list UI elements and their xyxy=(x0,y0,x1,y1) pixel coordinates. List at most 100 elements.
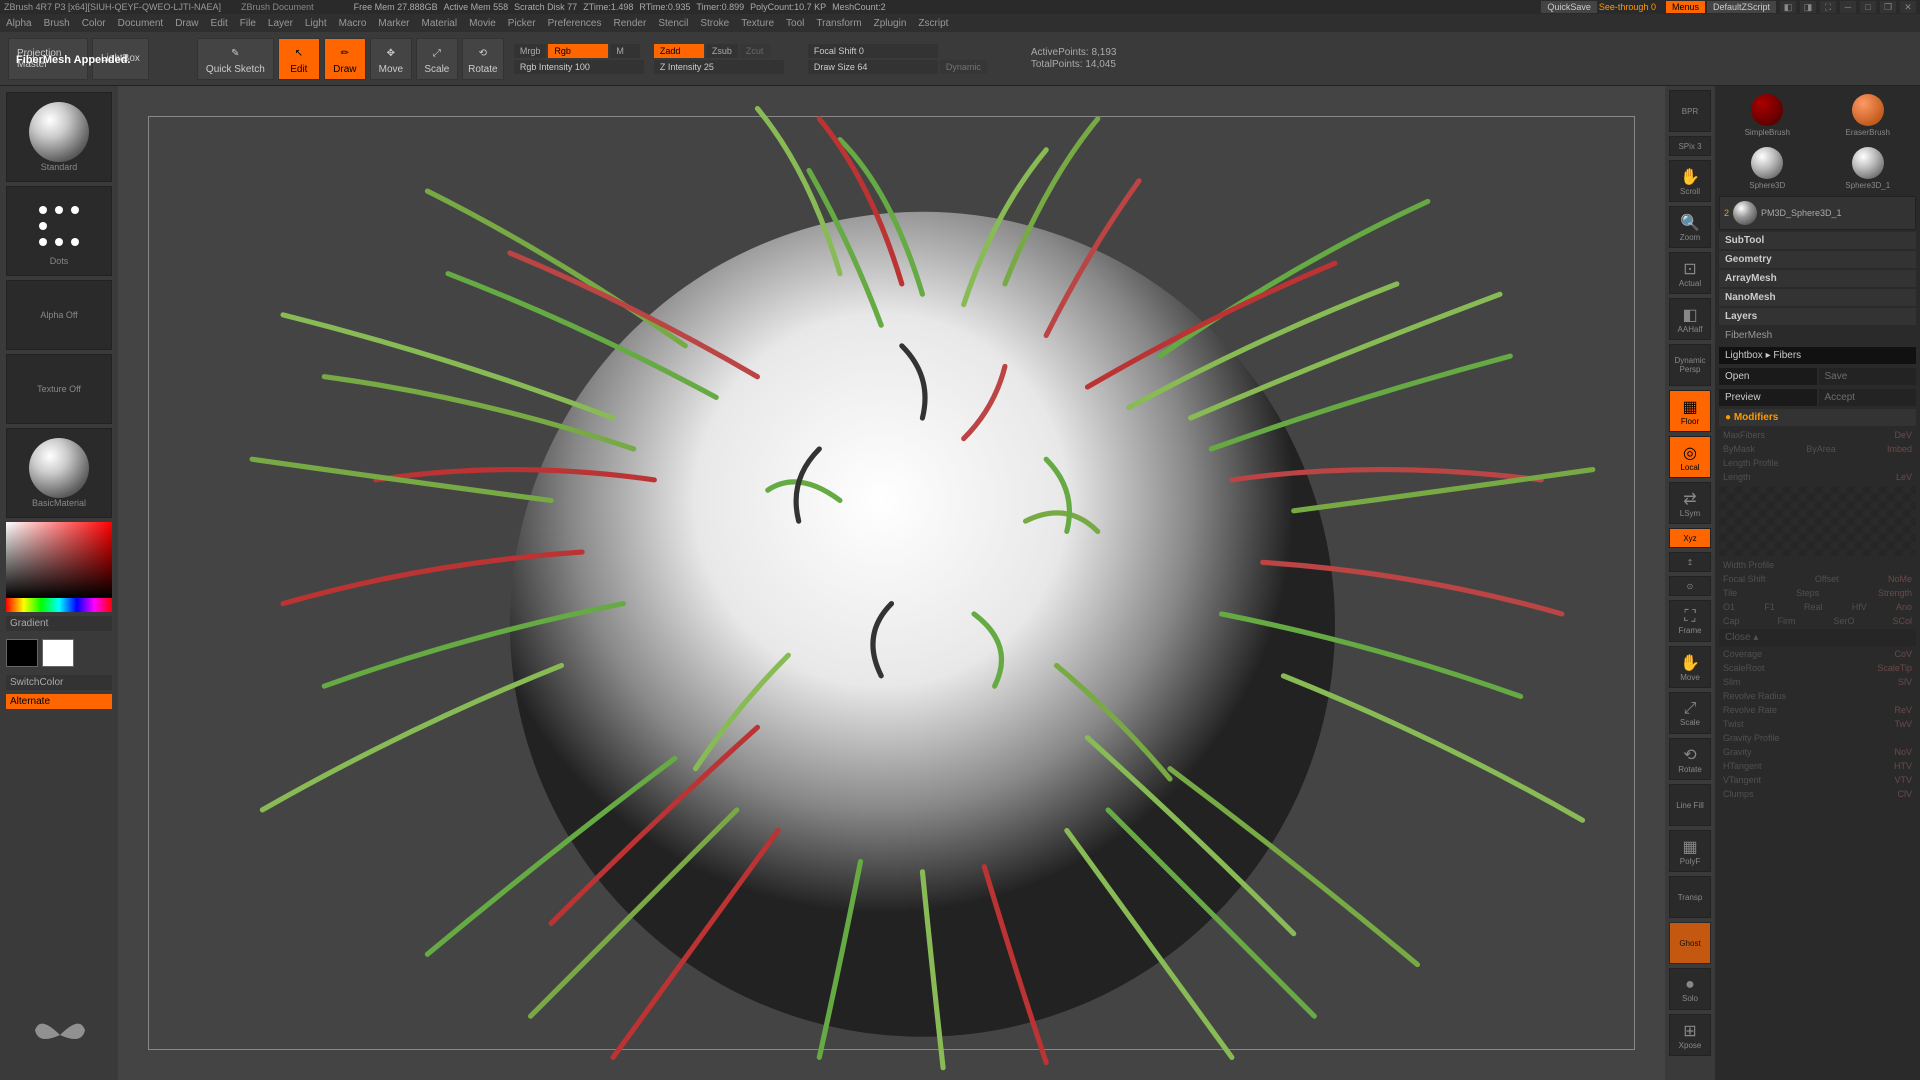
polyf-button[interactable]: ▦PolyF xyxy=(1669,830,1711,872)
switchcolor-button[interactable]: SwitchColor xyxy=(6,675,112,690)
draw-size-slider[interactable]: Draw Size 64 xyxy=(808,60,938,74)
floor-button[interactable]: ▦Floor xyxy=(1669,390,1711,432)
z-intensity-slider[interactable]: Z Intensity 25 xyxy=(654,60,784,74)
viewport[interactable] xyxy=(118,86,1665,1080)
edit-button[interactable]: ↖ Edit xyxy=(278,38,320,80)
section-modifiers[interactable]: ● Modifiers xyxy=(1719,409,1916,426)
hue-bar[interactable] xyxy=(6,598,112,612)
section-fibermesh[interactable]: FiberMesh xyxy=(1719,327,1916,344)
zadd-toggle[interactable]: Zadd xyxy=(654,44,704,58)
fit-icon[interactable]: ⛶ xyxy=(1820,1,1836,13)
thumb-sphere3d[interactable]: Sphere3D xyxy=(1742,147,1792,190)
close-icon[interactable]: ✕ xyxy=(1900,1,1916,13)
quicksave-button[interactable]: QuickSave xyxy=(1541,1,1597,13)
thumb-eraserbrush[interactable]: EraserBrush xyxy=(1843,94,1893,137)
xyz-button[interactable]: Xyz xyxy=(1669,528,1711,548)
bpr-button[interactable]: BPR xyxy=(1669,90,1711,132)
alternate-button[interactable]: Alternate xyxy=(6,694,112,709)
open-button[interactable]: Open xyxy=(1719,368,1817,385)
menu-alpha[interactable]: Alpha xyxy=(6,18,32,29)
menu-marker[interactable]: Marker xyxy=(378,18,409,29)
texture-slot[interactable]: Texture Off xyxy=(6,354,112,424)
brush-slot[interactable]: Standard xyxy=(6,92,112,182)
default-script[interactable]: DefaultZScript xyxy=(1707,1,1776,13)
see-through-label[interactable]: See-through 0 xyxy=(1599,2,1656,12)
nav-rotate-button[interactable]: ⟲Rotate xyxy=(1669,738,1711,780)
section-nanomesh[interactable]: NanoMesh xyxy=(1719,289,1916,306)
menu-macro[interactable]: Macro xyxy=(339,18,367,29)
menu-tool[interactable]: Tool xyxy=(786,18,804,29)
nav-scale-button[interactable]: ⤢Scale xyxy=(1669,692,1711,734)
zcut-toggle[interactable]: Zcut xyxy=(740,44,770,58)
preview-button[interactable]: Preview xyxy=(1719,389,1817,406)
quicksketch-button[interactable]: ✎ Quick Sketch xyxy=(197,38,274,80)
menu-movie[interactable]: Movie xyxy=(469,18,496,29)
zoom-button[interactable]: 🔍Zoom xyxy=(1669,206,1711,248)
ghost-button[interactable]: Ghost xyxy=(1669,922,1711,964)
lightbox-fibers-button[interactable]: Lightbox ▸ Fibers xyxy=(1719,347,1916,364)
menu-material[interactable]: Material xyxy=(422,18,458,29)
m-toggle[interactable]: M xyxy=(610,44,640,58)
persp-button[interactable]: DynamicPersp xyxy=(1669,344,1711,386)
menu-stencil[interactable]: Stencil xyxy=(658,18,688,29)
length-curve[interactable] xyxy=(1719,486,1916,556)
menu-picker[interactable]: Picker xyxy=(508,18,536,29)
restore-icon[interactable]: ❐ xyxy=(1880,1,1896,13)
menu-texture[interactable]: Texture xyxy=(741,18,774,29)
xpose-button[interactable]: ⊞Xpose xyxy=(1669,1014,1711,1056)
swatch-white[interactable] xyxy=(42,639,74,667)
menu-color[interactable]: Color xyxy=(82,18,106,29)
menu-render[interactable]: Render xyxy=(614,18,647,29)
thumb-simplebrush[interactable]: SimpleBrush xyxy=(1742,94,1792,137)
maximize-icon[interactable]: □ xyxy=(1860,1,1876,13)
spix-slider[interactable]: SPix 3 xyxy=(1669,136,1711,156)
frame-button[interactable]: ⛶Frame xyxy=(1669,600,1711,642)
section-layers[interactable]: Layers xyxy=(1719,308,1916,325)
gradient-toggle[interactable]: Gradient xyxy=(6,616,112,631)
section-geometry[interactable]: Geometry xyxy=(1719,251,1916,268)
menu-file[interactable]: File xyxy=(240,18,256,29)
menus-button[interactable]: Menus xyxy=(1666,1,1705,13)
menu-light[interactable]: Light xyxy=(305,18,327,29)
menu-edit[interactable]: Edit xyxy=(211,18,228,29)
linefill-button[interactable]: Line Fill xyxy=(1669,784,1711,826)
swatch-black[interactable] xyxy=(6,639,38,667)
thumb-sphere3d1[interactable]: Sphere3D_1 xyxy=(1843,147,1893,190)
rgb-intensity-slider[interactable]: Rgb Intensity 100 xyxy=(514,60,644,74)
gizmo-y-button[interactable]: ↥ xyxy=(1669,552,1711,572)
rotate-button[interactable]: ⟲ Rotate xyxy=(462,38,504,80)
menu-layer[interactable]: Layer xyxy=(268,18,293,29)
aahalf-button[interactable]: ◧AAHalf xyxy=(1669,298,1711,340)
dynamic-toggle[interactable]: Dynamic xyxy=(940,60,987,74)
scroll-button[interactable]: ✋Scroll xyxy=(1669,160,1711,202)
zsub-toggle[interactable]: Zsub xyxy=(706,44,738,58)
nav-move-button[interactable]: ✋Move xyxy=(1669,646,1711,688)
minimize-icon[interactable]: ─ xyxy=(1840,1,1856,13)
color-picker[interactable] xyxy=(6,522,112,612)
stroke-slot[interactable]: Dots xyxy=(6,186,112,276)
solo-button[interactable]: ●Solo xyxy=(1669,968,1711,1010)
focal-shift-slider[interactable]: Focal Shift 0 xyxy=(808,44,938,58)
menu-preferences[interactable]: Preferences xyxy=(548,18,602,29)
accept-button[interactable]: Accept xyxy=(1819,389,1917,406)
transp-button[interactable]: Transp xyxy=(1669,876,1711,918)
lsym-button[interactable]: ⇄LSym xyxy=(1669,482,1711,524)
menu-brush[interactable]: Brush xyxy=(44,18,70,29)
mrgb-toggle[interactable]: Mrgb xyxy=(514,44,547,58)
gizmo-z-button[interactable]: ⊙ xyxy=(1669,576,1711,596)
material-slot[interactable]: BasicMaterial xyxy=(6,428,112,518)
active-subtool[interactable]: 2PM3D_Sphere3D_1 xyxy=(1719,196,1916,230)
draw-button[interactable]: ✏ Draw xyxy=(324,38,366,80)
close-button[interactable]: Close ▴ xyxy=(1719,629,1916,646)
move-button[interactable]: ✥ Move xyxy=(370,38,412,80)
menu-transform[interactable]: Transform xyxy=(816,18,861,29)
local-button[interactable]: ◎Local xyxy=(1669,436,1711,478)
alpha-slot[interactable]: Alpha Off xyxy=(6,280,112,350)
save-button[interactable]: Save xyxy=(1819,368,1917,385)
menu-stroke[interactable]: Stroke xyxy=(700,18,729,29)
menu-zscript[interactable]: Zscript xyxy=(918,18,948,29)
rgb-toggle[interactable]: Rgb xyxy=(548,44,608,58)
dock-left-icon[interactable]: ◧ xyxy=(1780,1,1796,13)
actual-button[interactable]: ⊡Actual xyxy=(1669,252,1711,294)
scale-button[interactable]: ⤢ Scale xyxy=(416,38,458,80)
